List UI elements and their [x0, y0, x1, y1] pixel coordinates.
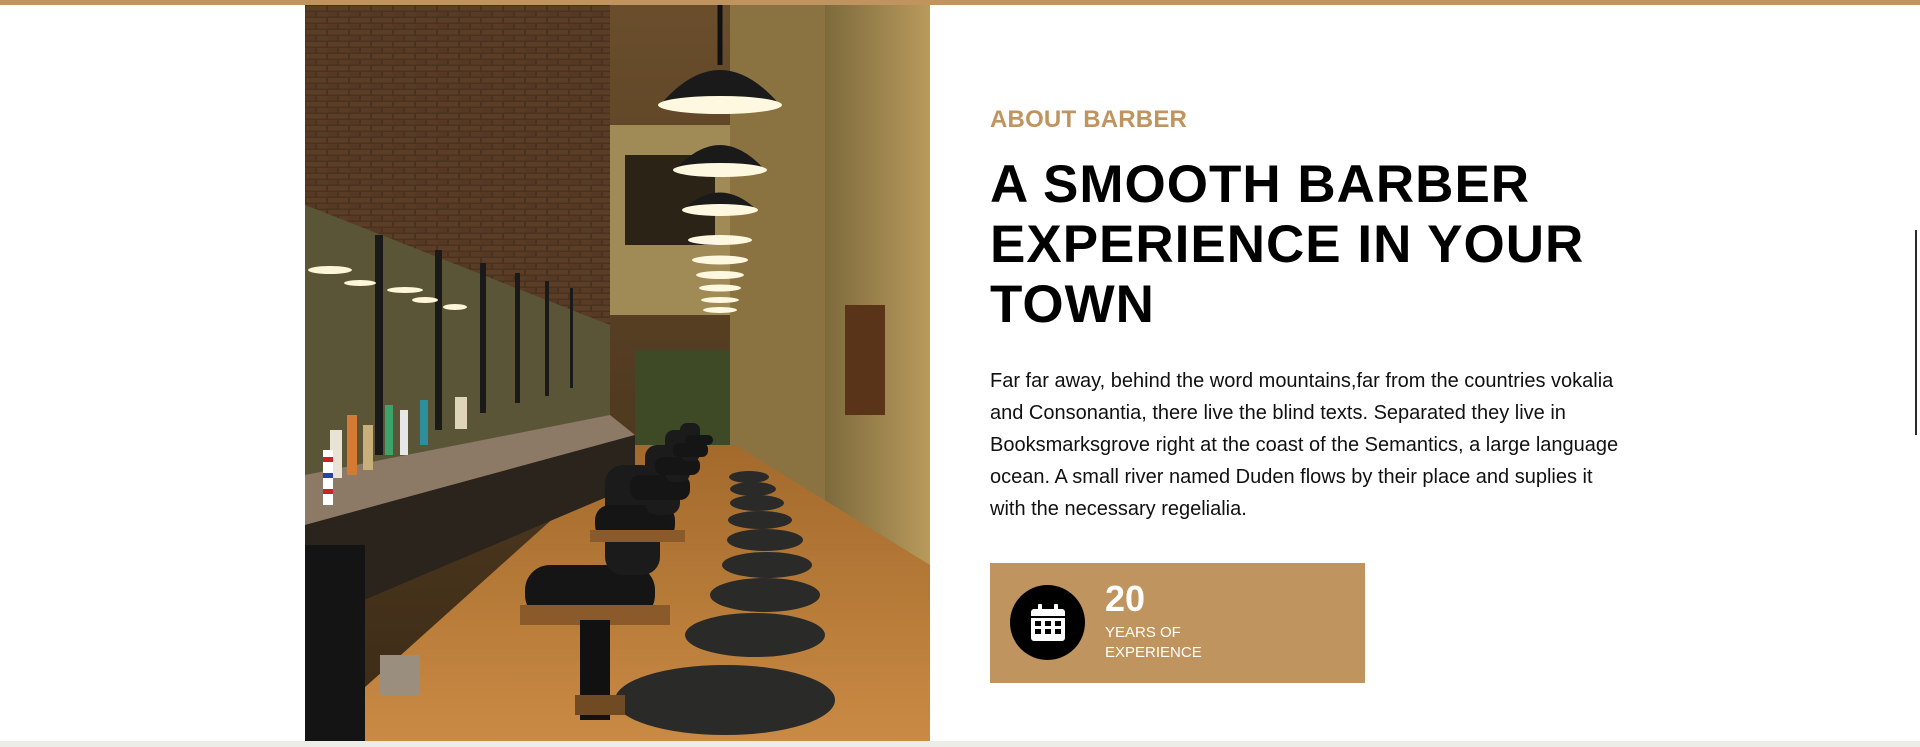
section-eyebrow: ABOUT BARBER [990, 106, 1188, 133]
stat-value: 20 [1105, 578, 1146, 619]
about-paragraph: Far far away, behind the word mountains,… [990, 370, 1619, 520]
top-accent-bar [0, 0, 1920, 5]
experience-stat-card: 20 YEARS OF EXPERIENCE [990, 563, 1365, 683]
barbershop-photo [305, 5, 930, 741]
about-section: ABOUT BARBER A SMOOTH BARBER EXPERIENCE … [990, 105, 1630, 525]
scrollbar-thumb[interactable] [1915, 230, 1917, 435]
stat-label: YEARS OF EXPERIENCE [1105, 624, 1202, 661]
calendar-icon [1010, 585, 1085, 660]
section-heading: A SMOOTH BARBER EXPERIENCE IN YOUR TOWN [990, 155, 1585, 334]
next-section-edge [0, 741, 1920, 747]
